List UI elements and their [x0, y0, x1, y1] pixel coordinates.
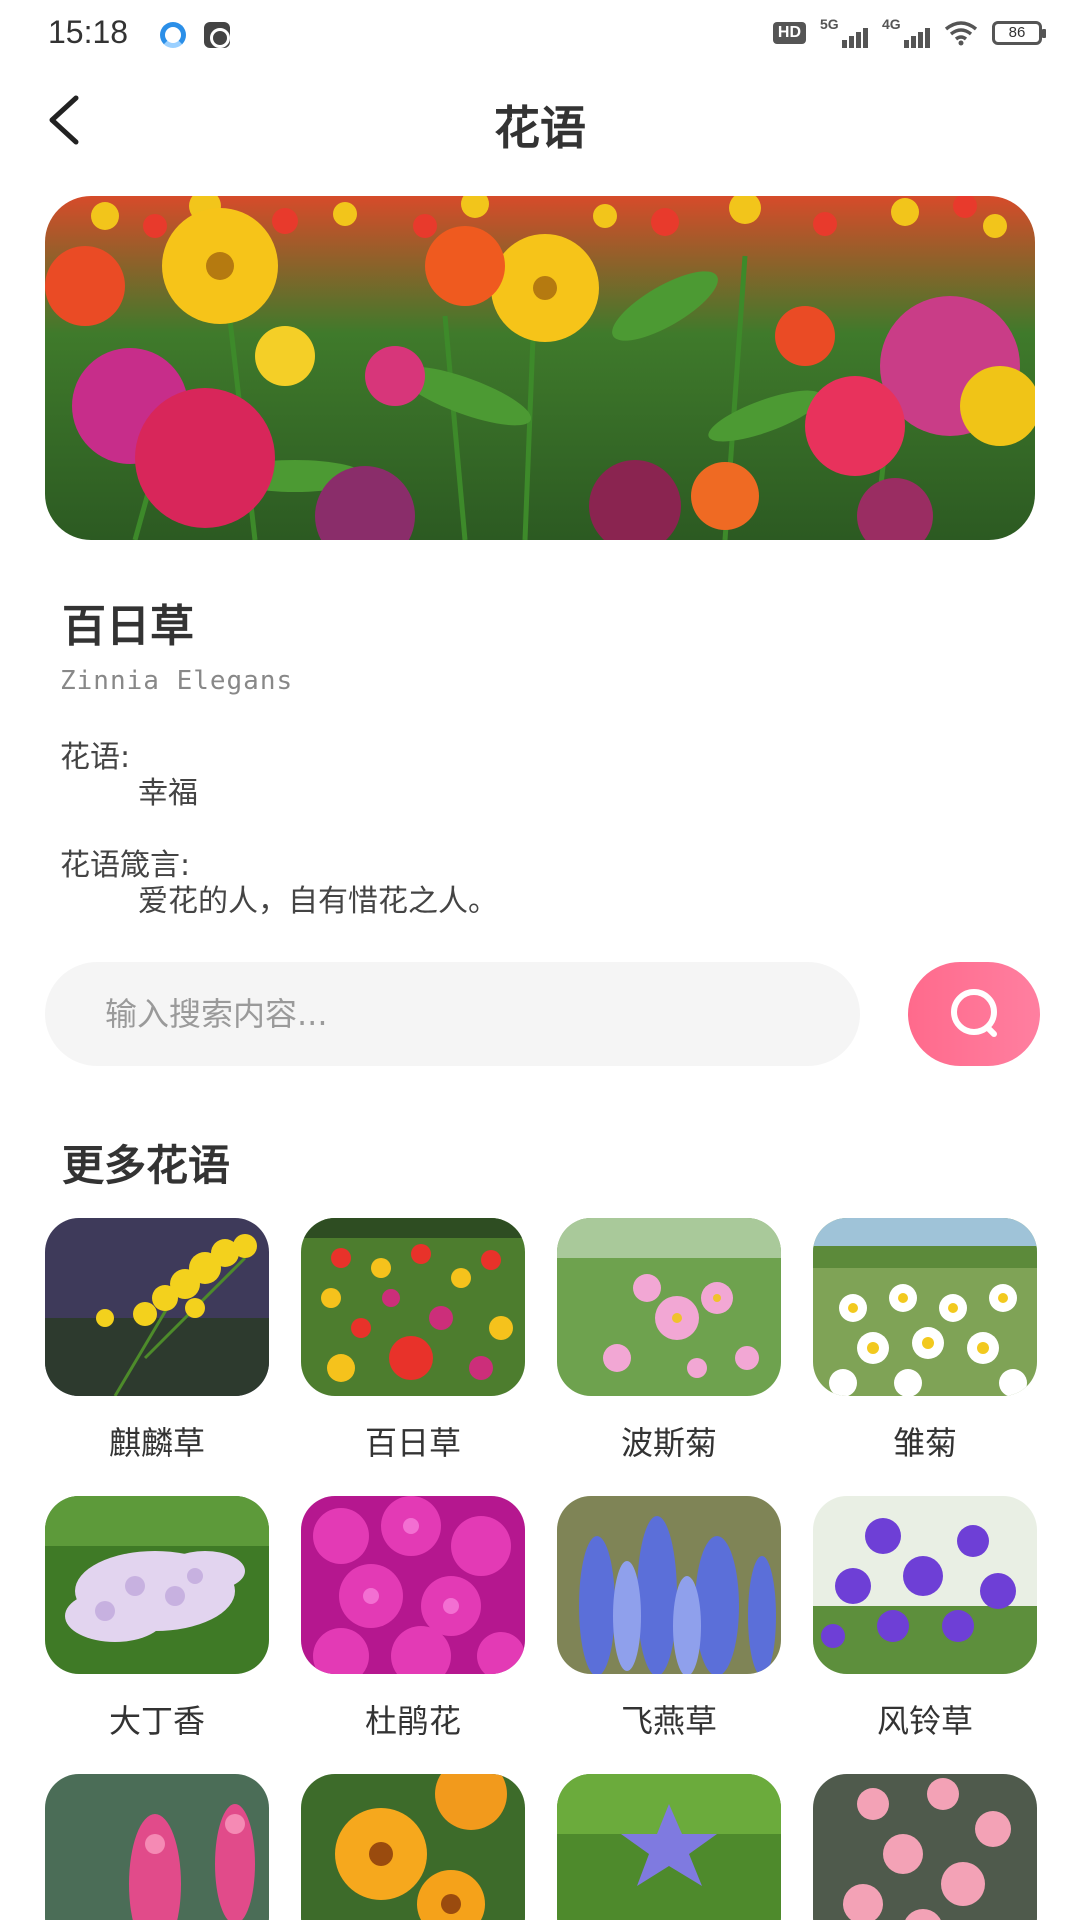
flower-card-calendula[interactable] [301, 1774, 525, 1920]
status-bar: 15:18 HD 5G 4G 86 [0, 0, 1080, 70]
more-flowers-title: 更多花语 [62, 1141, 231, 1190]
camera-app-icon [204, 22, 230, 48]
flower-card-label: 百日草 [364, 1424, 461, 1462]
flower-card-bellflower[interactable]: 风铃草 [813, 1496, 1037, 1742]
flower-name: 百日草 [62, 601, 194, 652]
flower-card-label: 杜鹃花 [364, 1702, 461, 1740]
flower-card-label: 雏菊 [892, 1424, 957, 1462]
search-icon [951, 989, 997, 1037]
hd-icon: HD [772, 22, 806, 44]
meaning-label: 花语: [60, 740, 131, 775]
flower-card-daisy[interactable]: 雏菊 [813, 1218, 1037, 1464]
motto-value: 爱花的人，自有惜花之人。 [138, 884, 498, 919]
flower-thumbnail [557, 1496, 781, 1674]
flower-thumbnail [301, 1218, 525, 1396]
flower-card-label: 大丁香 [108, 1702, 205, 1740]
header: 花语 [0, 70, 1080, 170]
flower-card-delphinium[interactable]: 飞燕草 [557, 1496, 781, 1742]
signal-5g-icon: 5G [820, 16, 868, 48]
battery-icon: 86 [992, 21, 1046, 45]
flower-thumbnail [45, 1218, 269, 1396]
flower-thumbnail [45, 1774, 269, 1920]
flower-card-label: 波斯菊 [620, 1424, 717, 1462]
flower-thumbnail [301, 1496, 525, 1674]
flower-thumbnail [813, 1218, 1037, 1396]
flower-card-lilac[interactable]: 大丁香 [45, 1496, 269, 1742]
page-title: 花语 [494, 101, 586, 155]
search-box [45, 962, 860, 1066]
flower-thumbnail [301, 1774, 525, 1920]
flower-thumbnail [557, 1218, 781, 1396]
search-input[interactable] [105, 962, 835, 1066]
flower-thumbnail [813, 1496, 1037, 1674]
wave-app-icon [160, 22, 186, 48]
search-button[interactable] [908, 962, 1040, 1066]
wifi-icon [944, 21, 978, 46]
flower-thumbnail [813, 1774, 1037, 1920]
flower-card-zinnia[interactable]: 百日草 [301, 1218, 525, 1464]
flower-card-label: 麒麟草 [108, 1424, 205, 1462]
meaning-value: 幸福 [138, 776, 198, 811]
signal-4g-icon: 4G [882, 16, 930, 48]
flower-card-azalea[interactable]: 杜鹃花 [301, 1496, 525, 1742]
flower-latin-name: Zinnia Elegans [60, 666, 294, 696]
status-indicators: HD 5G 4G 86 [772, 16, 1046, 48]
featured-flower-image [45, 196, 1035, 540]
flower-card-label: 飞燕草 [620, 1702, 717, 1740]
flower-card-label: 风铃草 [876, 1702, 973, 1740]
flower-thumbnail [45, 1496, 269, 1674]
flower-card-cosmos[interactable]: 波斯菊 [557, 1218, 781, 1464]
flower-card-goldenrod[interactable]: 麒麟草 [45, 1218, 269, 1464]
flower-card-balloon-flower[interactable] [557, 1774, 781, 1920]
flower-card-snapdragon[interactable] [45, 1774, 269, 1920]
flower-card-carnation[interactable] [813, 1774, 1037, 1920]
status-time: 15:18 [48, 14, 129, 50]
flower-thumbnail [557, 1774, 781, 1920]
